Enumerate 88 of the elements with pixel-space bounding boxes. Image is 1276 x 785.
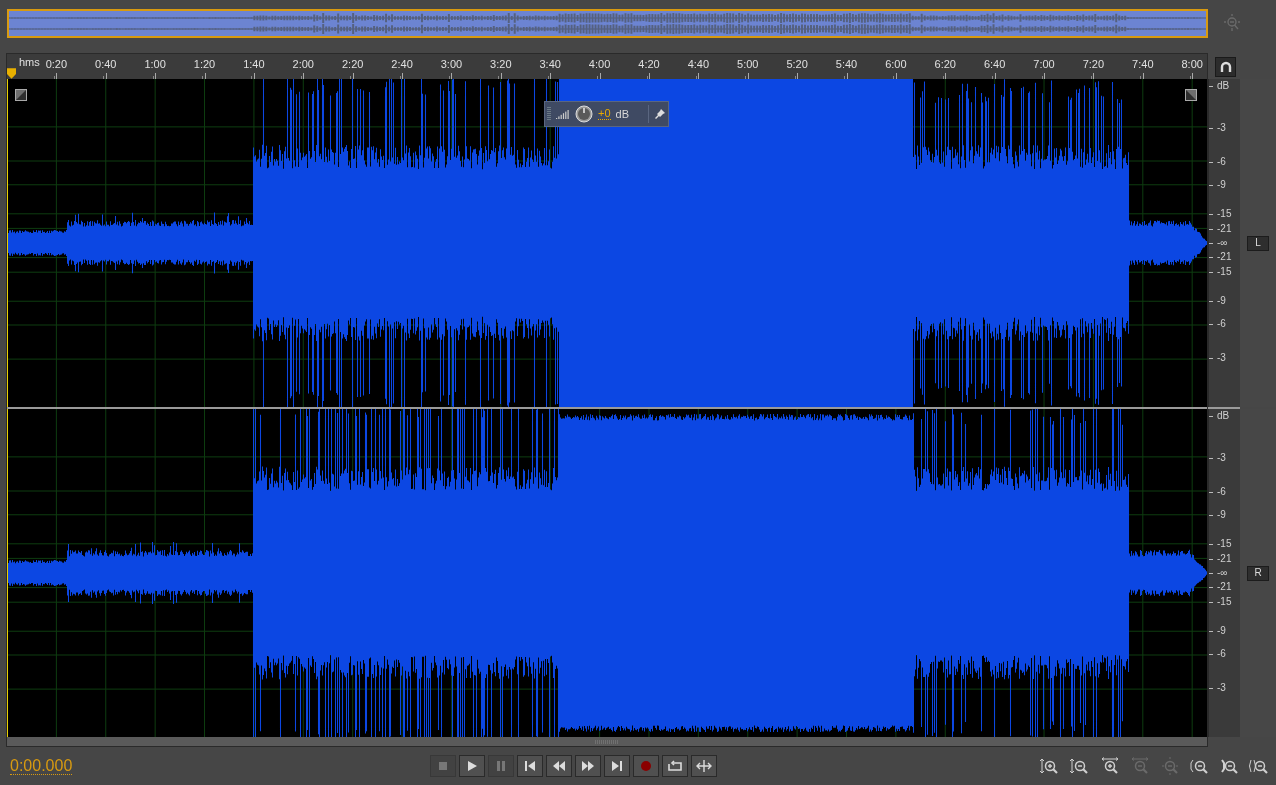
- ruler-label: 4:00: [588, 59, 611, 70]
- to-end-icon: [609, 758, 625, 774]
- scale-label: -9: [1217, 295, 1226, 306]
- grip-icon[interactable]: [547, 105, 551, 123]
- ruler-label: 7:40: [1132, 59, 1154, 70]
- to-start-button[interactable]: [517, 755, 543, 777]
- ruler-label: 7:00: [1033, 59, 1055, 70]
- ruler-unit: hms: [19, 57, 40, 68]
- zoom-out-amplitude-icon: [1069, 757, 1089, 775]
- skip-icon: [696, 758, 712, 774]
- horizontal-scrollbar[interactable]: [7, 737, 1207, 746]
- scale-label: -21: [1217, 553, 1232, 564]
- zoom-out-time-icon: [1129, 757, 1149, 775]
- ruler-label: 5:40: [835, 59, 858, 70]
- scale-label: dB: [1217, 81, 1230, 91]
- zoom-out-full-icon: [1159, 757, 1179, 775]
- rewind-button[interactable]: [546, 755, 572, 777]
- scale-label: -15: [1217, 596, 1232, 607]
- scale-label: -21: [1217, 223, 1232, 234]
- fade-handle-icon[interactable]: [15, 89, 27, 101]
- scale-label: -6: [1217, 487, 1226, 497]
- ruler-label: 4:20: [638, 59, 660, 70]
- scale-label: -3: [1217, 453, 1226, 464]
- scale-label: -∞: [1217, 568, 1228, 578]
- zoom-button[interactable]: [1038, 756, 1060, 776]
- forward-button[interactable]: [575, 755, 601, 777]
- scale-label: -9: [1217, 625, 1226, 636]
- scale-label: -15: [1217, 539, 1232, 550]
- ruler-label: 0:20: [45, 59, 68, 70]
- channel-toggle-button[interactable]: R: [1247, 565, 1269, 581]
- loop-button[interactable]: [662, 755, 688, 777]
- ruler-label: 6:40: [983, 59, 1006, 70]
- scale-label: -6: [1217, 157, 1226, 167]
- scale-label: -9: [1217, 510, 1226, 521]
- time-ruler[interactable]: hms 0:20 0:40 1:00 1:20 1:40 2:00 2:20 2:40 3:00 3:20 3:40 4:00 4:20 4:40 5:00 5:20 5:40 6:00 6:20 6:40 7:00 7:20 7:40 8:00: [7, 54, 1207, 79]
- ruler-label: 2:20: [341, 59, 364, 70]
- scale-label: -9: [1217, 180, 1226, 191]
- scale-label: -15: [1217, 209, 1232, 220]
- ruler-label: 3:20: [490, 59, 512, 70]
- ruler-label: 3:00: [440, 59, 463, 70]
- scale-label: -21: [1217, 252, 1232, 263]
- zoom-in-selection-icon: [1249, 757, 1269, 775]
- scale-label: -3: [1217, 352, 1226, 363]
- ruler-label: 1:20: [193, 59, 216, 70]
- scale-label: -∞: [1217, 238, 1228, 248]
- ruler-label: 3:40: [539, 59, 561, 70]
- ruler-label: 7:20: [1082, 59, 1105, 70]
- fade-handle-icon[interactable]: [1185, 89, 1197, 101]
- zoom-in-time-icon: [1099, 757, 1119, 775]
- record-icon: [638, 758, 654, 774]
- ruler-label: 2:00: [292, 59, 314, 70]
- zoom-in-amplitude-icon: [1039, 757, 1059, 775]
- gain-unit: dB: [615, 108, 629, 120]
- pin-icon[interactable]: [654, 108, 666, 120]
- scale-label: -3: [1217, 682, 1226, 693]
- playhead-marker-icon[interactable]: [7, 68, 16, 79]
- scale-label: dB: [1217, 411, 1230, 421]
- to-end-button[interactable]: [604, 755, 630, 777]
- zoom-button[interactable]: [1068, 756, 1090, 776]
- play-button[interactable]: [459, 755, 485, 777]
- scale-label: -6: [1217, 649, 1226, 659]
- ruler-label: 0:40: [95, 59, 117, 70]
- channel-toggle-button[interactable]: L: [1247, 235, 1269, 251]
- rewind-icon: [551, 758, 567, 774]
- scale-label: -6: [1217, 319, 1226, 329]
- ruler-label: 4:40: [687, 59, 710, 70]
- ruler-label: 5:20: [786, 59, 808, 70]
- forward-icon: [580, 758, 596, 774]
- ruler-label: 2:40: [391, 59, 413, 70]
- scale-label: -15: [1217, 266, 1232, 277]
- loop-icon: [667, 758, 683, 774]
- ruler-label: 8:00: [1181, 59, 1203, 70]
- ruler-label: 1:40: [243, 59, 265, 70]
- ruler-label: 6:20: [934, 59, 956, 70]
- ruler-label: 6:00: [885, 59, 907, 70]
- magnet-icon: [1219, 60, 1232, 73]
- scale-label: -3: [1217, 123, 1226, 134]
- time-display[interactable]: 0:00.000: [10, 754, 430, 778]
- zoom-in-left-icon: [1189, 757, 1209, 775]
- gain-value[interactable]: +0: [598, 108, 611, 120]
- skip-button[interactable]: [691, 755, 717, 777]
- level-bars-icon: [556, 109, 570, 119]
- gain-knob-icon[interactable]: [575, 105, 593, 123]
- ruler-label: 5:00: [737, 59, 759, 70]
- zoom-in-right-icon: [1219, 757, 1239, 775]
- ruler-label: 1:00: [144, 59, 166, 70]
- to-start-icon: [522, 758, 538, 774]
- scale-label: -21: [1217, 582, 1232, 593]
